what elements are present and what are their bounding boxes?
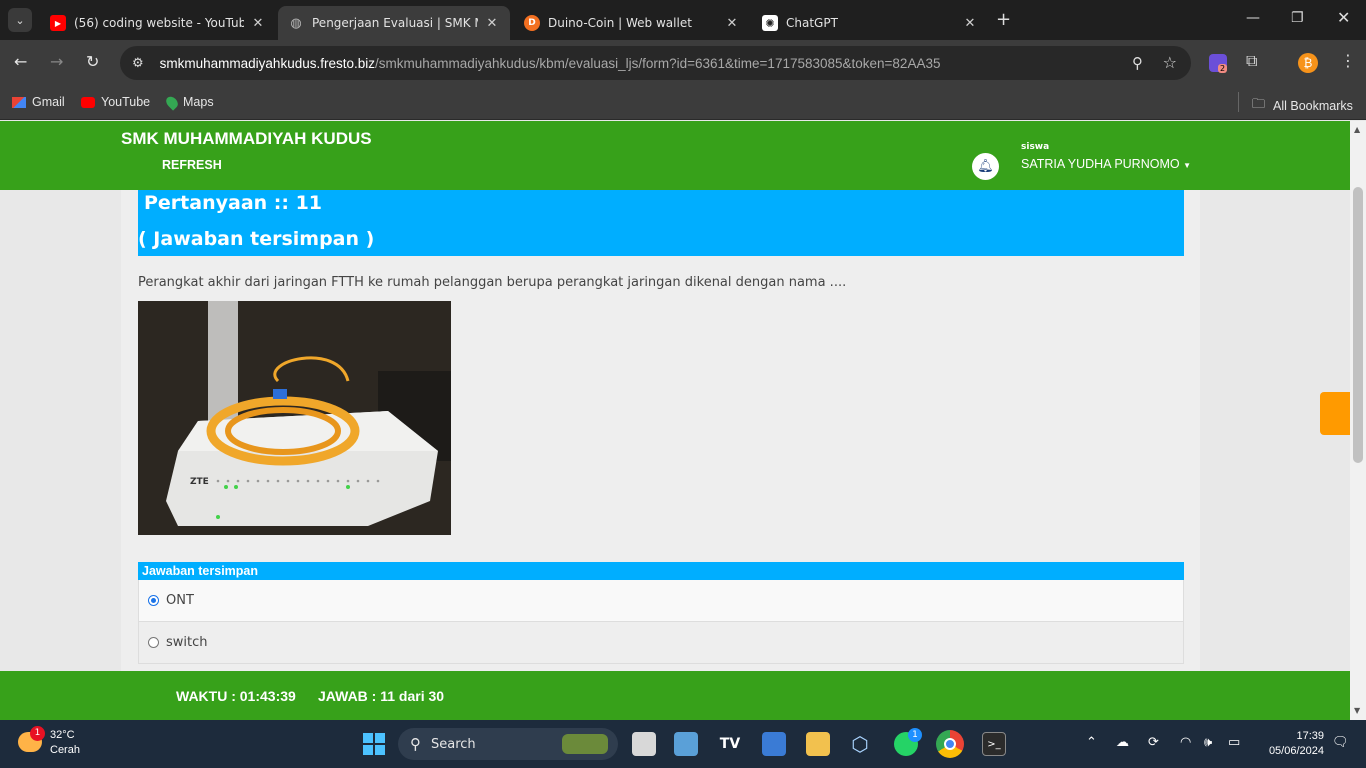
question-title: Pertanyaan :: 11 xyxy=(144,192,323,214)
onedrive-icon[interactable]: ☁ xyxy=(1116,735,1129,750)
file-explorer-icon[interactable] xyxy=(806,732,830,756)
taskbar-search[interactable]: ⚲ Search xyxy=(398,728,618,760)
maps-pin-icon xyxy=(163,93,181,111)
address-bar[interactable]: ⚙ smkmuhammadiyahkudus.fresto.biz/smkmuh… xyxy=(120,46,1191,80)
zoom-search-icon[interactable]: ⚲ xyxy=(1132,54,1143,72)
question-image: ZTE xyxy=(138,301,451,535)
toolbar: ← → ↻ ⚙ smkmuhammadiyahkudus.fresto.biz/… xyxy=(0,40,1366,86)
extension-badge: 2 xyxy=(1218,64,1228,73)
weather-widget[interactable]: 32°C Cerah xyxy=(50,728,80,758)
search-highlight-image xyxy=(562,734,608,754)
user-menu[interactable]: SATRIA YUDHA PURNOMO ▼ xyxy=(1021,157,1191,171)
site-info-icon[interactable]: ⚙ xyxy=(132,56,144,71)
start-windows-icon[interactable] xyxy=(362,732,386,756)
page-viewport: SMK MUHAMMADIYAH KUDUS REFRESH 🔔︎ siswa … xyxy=(0,121,1350,720)
divider xyxy=(1238,92,1239,112)
extensions-puzzle-icon[interactable]: ⧉ xyxy=(1246,51,1257,71)
tradingview-icon[interactable]: TV xyxy=(718,732,742,756)
site-header: SMK MUHAMMADIYAH KUDUS REFRESH 🔔︎ siswa … xyxy=(0,121,1350,190)
windows-taskbar: 1 32°C Cerah ⚲ Search TV ⬡ 1 >_ ⌃ ☁ ⟳ ◠ … xyxy=(0,720,1366,768)
close-icon[interactable]: ✕ xyxy=(484,16,500,31)
school-name[interactable]: SMK MUHAMMADIYAH KUDUS xyxy=(121,129,372,149)
page-scrollbar[interactable]: ▲ ▼ xyxy=(1350,121,1366,720)
bookmark-gmail[interactable]: Gmail xyxy=(12,95,65,109)
bookmarks-bar: Gmail YouTube Maps 🗀 All Bookmarks xyxy=(0,86,1366,120)
youtube-icon: ▶ xyxy=(50,15,66,31)
chatgpt-icon: ✺ xyxy=(762,15,778,31)
notification-bell-icon[interactable]: 🔔︎ xyxy=(972,153,999,180)
bookmark-maps[interactable]: Maps xyxy=(163,93,214,111)
task-view-icon[interactable] xyxy=(632,732,656,756)
question-header: Pertanyaan :: 11 ( Jawaban tersimpan ) xyxy=(138,190,1184,256)
sync-icon[interactable]: ⟳ xyxy=(1148,735,1159,750)
reload-icon[interactable]: ↻ xyxy=(86,52,99,71)
tab-search-icon[interactable]: ⌄ xyxy=(8,8,32,32)
floating-action-button[interactable] xyxy=(1320,392,1350,435)
tab-youtube[interactable]: ▶ (56) coding website - YouTube ✕ xyxy=(40,6,276,40)
wifi-icon[interactable]: ◠ xyxy=(1180,735,1191,750)
forward-icon[interactable]: → xyxy=(50,52,63,71)
taskbar-clock[interactable]: 17:39 05/06/2024 xyxy=(1258,729,1324,759)
globe-icon: ◍ xyxy=(290,15,302,31)
back-icon[interactable]: ← xyxy=(14,52,27,71)
exam-footer: WAKTU : 01:43:39 JAWAB : 11 dari 30 xyxy=(0,671,1350,720)
url-path: /smkmuhammadiyahkudus/kbm/evaluasi_ljs/f… xyxy=(375,55,941,71)
tab-duino[interactable]: D Duino-Coin | Web wallet ✕ xyxy=(514,6,750,40)
app-icon[interactable] xyxy=(762,732,786,756)
answered-count: JAWAB : 11 dari 30 xyxy=(318,688,445,704)
restore-icon[interactable]: ❐ xyxy=(1291,10,1304,26)
close-icon[interactable]: ✕ xyxy=(962,16,978,31)
question-status: ( Jawaban tersimpan ) xyxy=(138,228,375,250)
close-icon[interactable]: ✕ xyxy=(724,16,740,31)
radio-unselected[interactable] xyxy=(148,637,159,648)
minimize-icon[interactable]: — xyxy=(1246,10,1260,26)
url-host: smkmuhammadiyahkudus.fresto.biz xyxy=(159,55,375,71)
weather-badge: 1 xyxy=(30,726,45,741)
answer-option-ont[interactable]: ONT xyxy=(138,580,1184,622)
menu-kebab-icon[interactable]: ⋮ xyxy=(1340,51,1356,70)
bookmark-youtube[interactable]: YouTube xyxy=(81,95,150,109)
gmail-icon xyxy=(12,96,26,108)
battery-icon[interactable]: ▭ xyxy=(1228,735,1240,750)
radio-selected[interactable] xyxy=(148,595,159,606)
close-window-icon[interactable]: ✕ xyxy=(1337,8,1350,27)
virtualbox-icon[interactable]: ⬡ xyxy=(848,732,872,756)
close-icon[interactable]: ✕ xyxy=(250,16,266,31)
scroll-up-icon[interactable]: ▲ xyxy=(1354,125,1360,134)
router-brand-label: ZTE xyxy=(190,477,209,487)
whatsapp-badge: 1 xyxy=(908,728,922,742)
terminal-icon[interactable]: >_ xyxy=(982,732,1006,756)
app-icon[interactable] xyxy=(674,732,698,756)
volume-icon[interactable]: 🕪︎ xyxy=(1204,735,1212,750)
folder-icon: 🗀 xyxy=(1252,96,1266,111)
user-role: siswa xyxy=(1021,142,1050,152)
tab-chatgpt[interactable]: ✺ ChatGPT ✕ xyxy=(752,6,988,40)
notification-icon[interactable]: 🗨︎ xyxy=(1332,735,1349,750)
bitcoin-icon[interactable]: ₿ xyxy=(1298,53,1318,73)
browser-tab-strip: ⌄ ▶ (56) coding website - YouTube ✕ ◍ Pe… xyxy=(0,0,1366,40)
answer-option-switch[interactable]: switch xyxy=(138,622,1184,664)
bookmark-star-icon[interactable]: ☆ xyxy=(1163,53,1177,72)
ont-router-photo: ZTE xyxy=(138,301,451,535)
search-icon: ⚲ xyxy=(410,735,421,753)
chrome-icon[interactable] xyxy=(936,730,964,758)
scrollbar-thumb[interactable] xyxy=(1353,187,1363,463)
new-tab-button[interactable]: + xyxy=(996,9,1011,30)
all-bookmarks[interactable]: 🗀 All Bookmarks xyxy=(1252,95,1353,117)
refresh-link[interactable]: REFRESH xyxy=(162,158,222,172)
youtube-icon xyxy=(81,96,95,108)
answer-heading: Jawaban tersimpan xyxy=(138,562,1184,580)
question-text: Perangkat akhir dari jaringan FTTH ke ru… xyxy=(138,275,847,290)
question-panel: Pertanyaan :: 11 ( Jawaban tersimpan ) P… xyxy=(121,190,1200,671)
timer: WAKTU : 01:43:39 xyxy=(176,688,296,704)
scroll-down-icon[interactable]: ▼ xyxy=(1354,706,1360,715)
tab-evaluasi[interactable]: ◍ Pengerjaan Evaluasi | SMK MUH ✕ xyxy=(278,6,510,40)
tray-chevron-icon[interactable]: ⌃ xyxy=(1086,735,1097,750)
duino-icon: D xyxy=(524,15,540,31)
caret-down-icon: ▼ xyxy=(1183,161,1191,170)
